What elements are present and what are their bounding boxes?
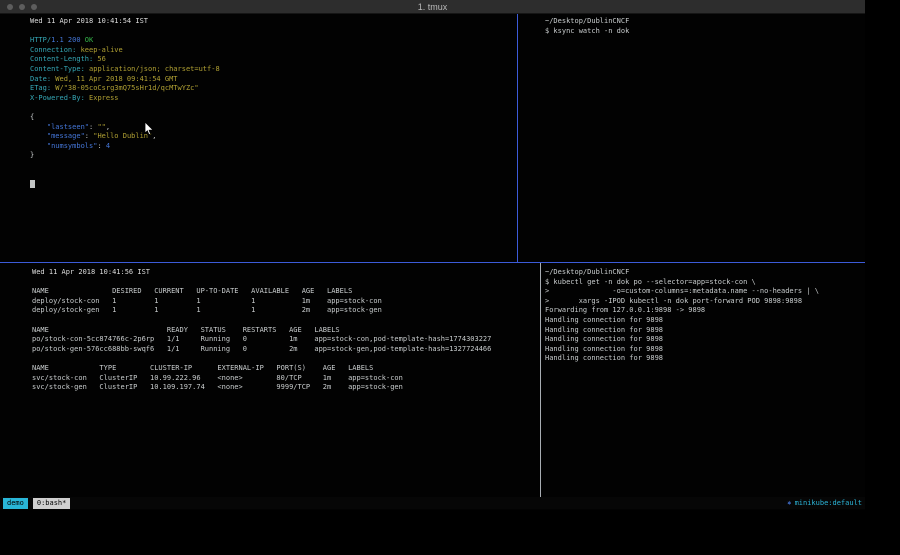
json-close-brace: } — [30, 151, 510, 161]
shell-command: $ kubectl get -n dok po --selector=app=s… — [545, 278, 860, 288]
http-header: Content-Type: application/json; charset=… — [30, 65, 510, 75]
header-key: Date: — [30, 75, 51, 83]
header-value: application/json; charset=utf-8 — [85, 65, 220, 73]
status-right: ⎈ minikube:default — [787, 497, 862, 509]
http-header: X-Powered-By: Express — [30, 94, 510, 104]
titlebar: 1. tmux — [0, 0, 865, 14]
shell-command-continuation: > -o=custom-columns=:metadata.name --no-… — [545, 287, 860, 297]
pane-http-response[interactable]: Wed 11 Apr 2018 10:41:54 IST HTTP/1.1 20… — [30, 17, 510, 191]
pane-divider-vertical-bottom[interactable] — [540, 263, 541, 497]
json-value: "" — [97, 123, 105, 131]
shell-command-continuation: > xargs -IPOD kubectl -n dok port-forwar… — [545, 297, 860, 307]
pod-row: po/stock-con-5cc874766c-2p6rp 1/1 Runnin… — [32, 335, 532, 345]
session-name: demo — [3, 498, 28, 509]
header-value: Wed, 11 Apr 2018 09:41:54 GMT — [51, 75, 177, 83]
terminal-cursor — [30, 180, 35, 188]
json-key: "lastseen" — [30, 123, 89, 131]
pane-kubectl-watch[interactable]: Wed 11 Apr 2018 10:41:56 IST NAME DESIRE… — [32, 268, 532, 393]
json-key: "message" — [30, 132, 85, 140]
services-header: NAME TYPE CLUSTER-IP EXTERNAL-IP PORT(S)… — [32, 364, 532, 374]
handling-output: Handling connection for 9898 — [545, 316, 860, 326]
http-version-status: 1.1 200 — [51, 36, 81, 44]
blank-line — [32, 278, 532, 288]
service-row: svc/stock-gen ClusterIP 10.109.197.74 <n… — [32, 383, 532, 393]
service-row: svc/stock-con ClusterIP 10.99.222.96 <no… — [32, 374, 532, 384]
json-entry: "lastseen": "", — [30, 123, 510, 133]
shell-command: $ ksync watch -n dok — [545, 27, 860, 37]
json-separator: : — [85, 132, 93, 140]
blank-line — [30, 171, 510, 181]
kube-context: minikube:default — [795, 497, 862, 509]
terminal-window: 1. tmux Wed 11 Apr 2018 10:41:54 IST HTT… — [0, 0, 865, 510]
working-directory: ~/Desktop/DublinCNCF — [545, 17, 860, 27]
header-value: Express — [85, 94, 119, 102]
mouse-cursor-pointer — [144, 121, 154, 140]
http-protocol: HTTP/ — [30, 36, 51, 44]
header-key: Connection: — [30, 46, 76, 54]
blank-line — [32, 316, 532, 326]
json-comma: , — [106, 123, 110, 131]
blank-line — [30, 161, 510, 171]
window-title: 1. tmux — [0, 2, 865, 12]
header-key: Content-Length: — [30, 55, 93, 63]
json-separator: : — [97, 142, 105, 150]
json-entry: "message": "Hello Dublin", — [30, 132, 510, 142]
json-entry: "numsymbols": 4 — [30, 142, 510, 152]
timestamp: Wed 11 Apr 2018 10:41:56 IST — [32, 268, 532, 278]
deployment-row: deploy/stock-con 1 1 1 1 1m app=stock-co… — [32, 297, 532, 307]
pane-divider-horizontal[interactable] — [0, 262, 865, 263]
blank-line — [30, 27, 510, 37]
forwarding-output: Forwarding from 127.0.0.1:9898 -> 9898 — [545, 306, 860, 316]
json-key: "numsymbols" — [30, 142, 97, 150]
working-directory: ~/Desktop/DublinCNCF — [545, 268, 860, 278]
http-header: Date: Wed, 11 Apr 2018 09:41:54 GMT — [30, 75, 510, 85]
http-header: Content-Length: 56 — [30, 55, 510, 65]
header-key: Content-Type: — [30, 65, 85, 73]
header-value: keep-alive — [76, 46, 122, 54]
deployments-header: NAME DESIRED CURRENT UP-TO-DATE AVAILABL… — [32, 287, 532, 297]
handling-output: Handling connection for 9898 — [545, 354, 860, 364]
header-value: 56 — [93, 55, 106, 63]
deployment-row: deploy/stock-gen 1 1 1 1 2m app=stock-ge… — [32, 306, 532, 316]
json-open-brace: { — [30, 113, 510, 123]
tmux-status-bar: demo 0:bash* ⎈ minikube:default — [0, 497, 865, 509]
http-header: Connection: keep-alive — [30, 46, 510, 56]
header-key: ETag: — [30, 84, 51, 92]
blank-line — [32, 354, 532, 364]
header-key: X-Powered-By: — [30, 94, 85, 102]
pod-row: po/stock-gen-576cc688bb-swqf6 1/1 Runnin… — [32, 345, 532, 355]
header-value: W/"38-05coCsrg3mQ75sHr1d/qcMTwYZc" — [51, 84, 199, 92]
timestamp: Wed 11 Apr 2018 10:41:54 IST — [30, 17, 510, 27]
blank-line — [30, 103, 510, 113]
handling-output: Handling connection for 9898 — [545, 345, 860, 355]
handling-output: Handling connection for 9898 — [545, 335, 860, 345]
handling-output: Handling connection for 9898 — [545, 326, 860, 336]
http-reason: OK — [81, 36, 94, 44]
pods-header: NAME READY STATUS RESTARTS AGE LABELS — [32, 326, 532, 336]
http-header: ETag: W/"38-05coCsrg3mQ75sHr1d/qcMTwYZc" — [30, 84, 510, 94]
http-status-line: HTTP/1.1 200 OK — [30, 36, 510, 46]
pane-port-forward[interactable]: ~/Desktop/DublinCNCF $ kubectl get -n do… — [545, 268, 860, 364]
cursor-line — [30, 180, 510, 191]
kubernetes-icon: ⎈ — [787, 497, 791, 509]
pane-ksync[interactable]: ~/Desktop/DublinCNCF $ ksync watch -n do… — [545, 17, 860, 36]
pane-divider-vertical-top[interactable] — [517, 14, 518, 262]
json-value: 4 — [106, 142, 110, 150]
window-tab-active[interactable]: 0:bash* — [33, 498, 71, 509]
